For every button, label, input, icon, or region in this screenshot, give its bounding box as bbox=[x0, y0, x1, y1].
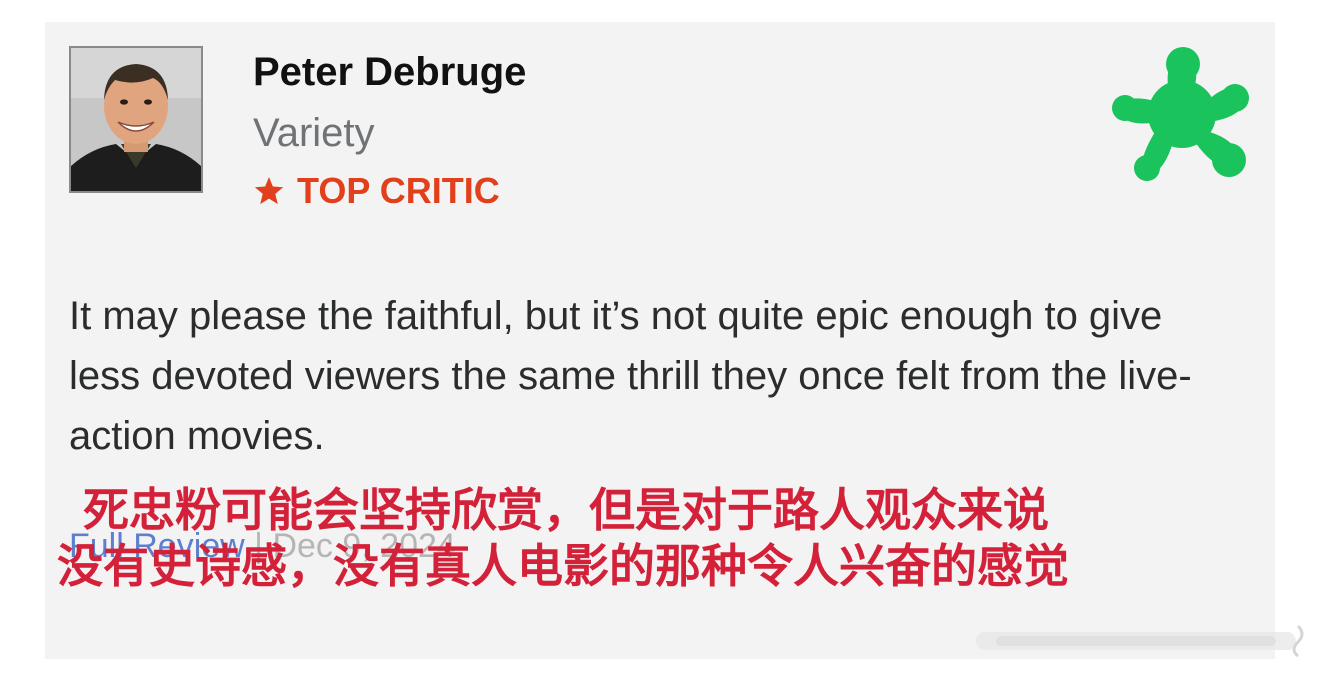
top-critic-label: TOP CRITIC bbox=[297, 170, 500, 211]
watermark-graphic bbox=[976, 624, 1304, 658]
critic-photo bbox=[71, 48, 201, 191]
star-icon bbox=[254, 177, 284, 205]
translation-line-2: 没有史诗感，没有真人电影的那种令人兴奋的感觉 bbox=[57, 539, 1069, 593]
critic-avatar[interactable] bbox=[69, 46, 203, 193]
top-critic-badge: TOP CRITIC bbox=[253, 170, 500, 212]
fresh-splat-icon bbox=[1112, 47, 1249, 181]
translation-overlay: 死忠粉可能会坚持欣赏，但是对于路人观众来说 没有史诗感，没有真人电影的那种令人兴… bbox=[57, 482, 1277, 594]
translation-line-1: 死忠粉可能会坚持欣赏，但是对于路人观众来说 bbox=[83, 483, 1049, 537]
publication-name[interactable]: Variety bbox=[253, 111, 375, 156]
critic-name[interactable]: Peter Debruge bbox=[253, 50, 526, 95]
review-card: Peter Debruge Variety TOP CRITIC It may … bbox=[45, 22, 1275, 659]
review-quote: It may please the faithful, but it’s not… bbox=[69, 294, 1192, 458]
